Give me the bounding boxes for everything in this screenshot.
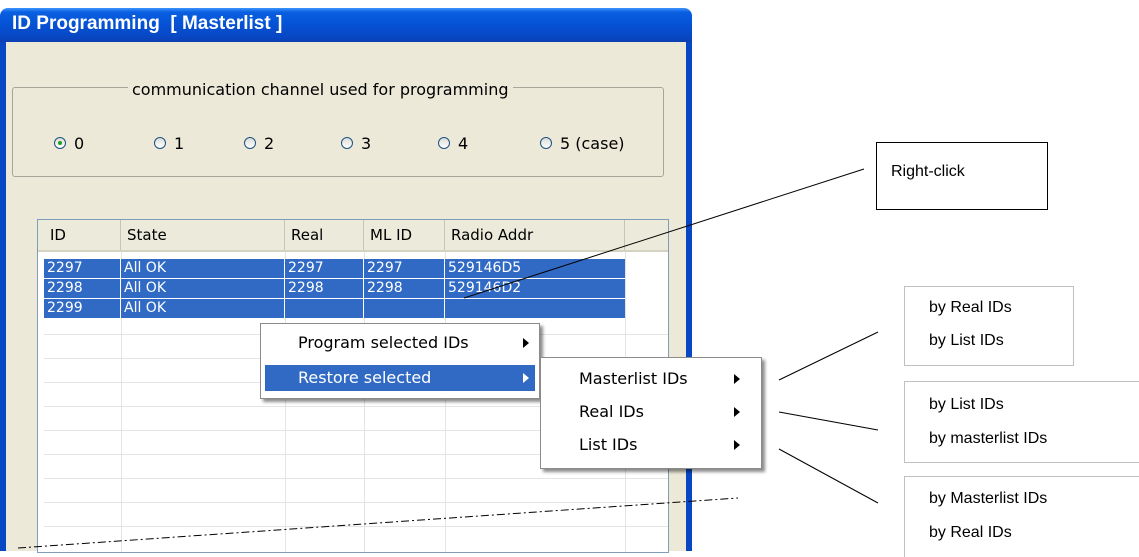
- real-options-callout: by List IDs by masterlist IDs: [904, 381, 1139, 463]
- callout-text: by List IDs: [929, 396, 1004, 413]
- callout-line-right-click: [463, 168, 865, 299]
- callout-text: by Real IDs: [929, 299, 1012, 316]
- right-click-callout: Right-click: [876, 142, 1048, 210]
- masterlist-options-callout: by Real IDs by List IDs: [904, 286, 1074, 366]
- callout-line-real: [778, 411, 879, 431]
- cut-line: [17, 497, 739, 549]
- callout-text: by List IDs: [929, 332, 1004, 349]
- callout-text: by masterlist IDs: [929, 430, 1048, 447]
- callout-text: Right-click: [891, 163, 965, 180]
- callout-line-list: [778, 448, 879, 504]
- callout-text: by Real IDs: [929, 524, 1012, 541]
- callout-text: by Masterlist IDs: [929, 490, 1048, 507]
- callout-line-masterlist: [778, 331, 879, 381]
- annotation-lines: [17, 168, 879, 549]
- list-options-callout: by Masterlist IDs by Real IDs: [904, 476, 1139, 557]
